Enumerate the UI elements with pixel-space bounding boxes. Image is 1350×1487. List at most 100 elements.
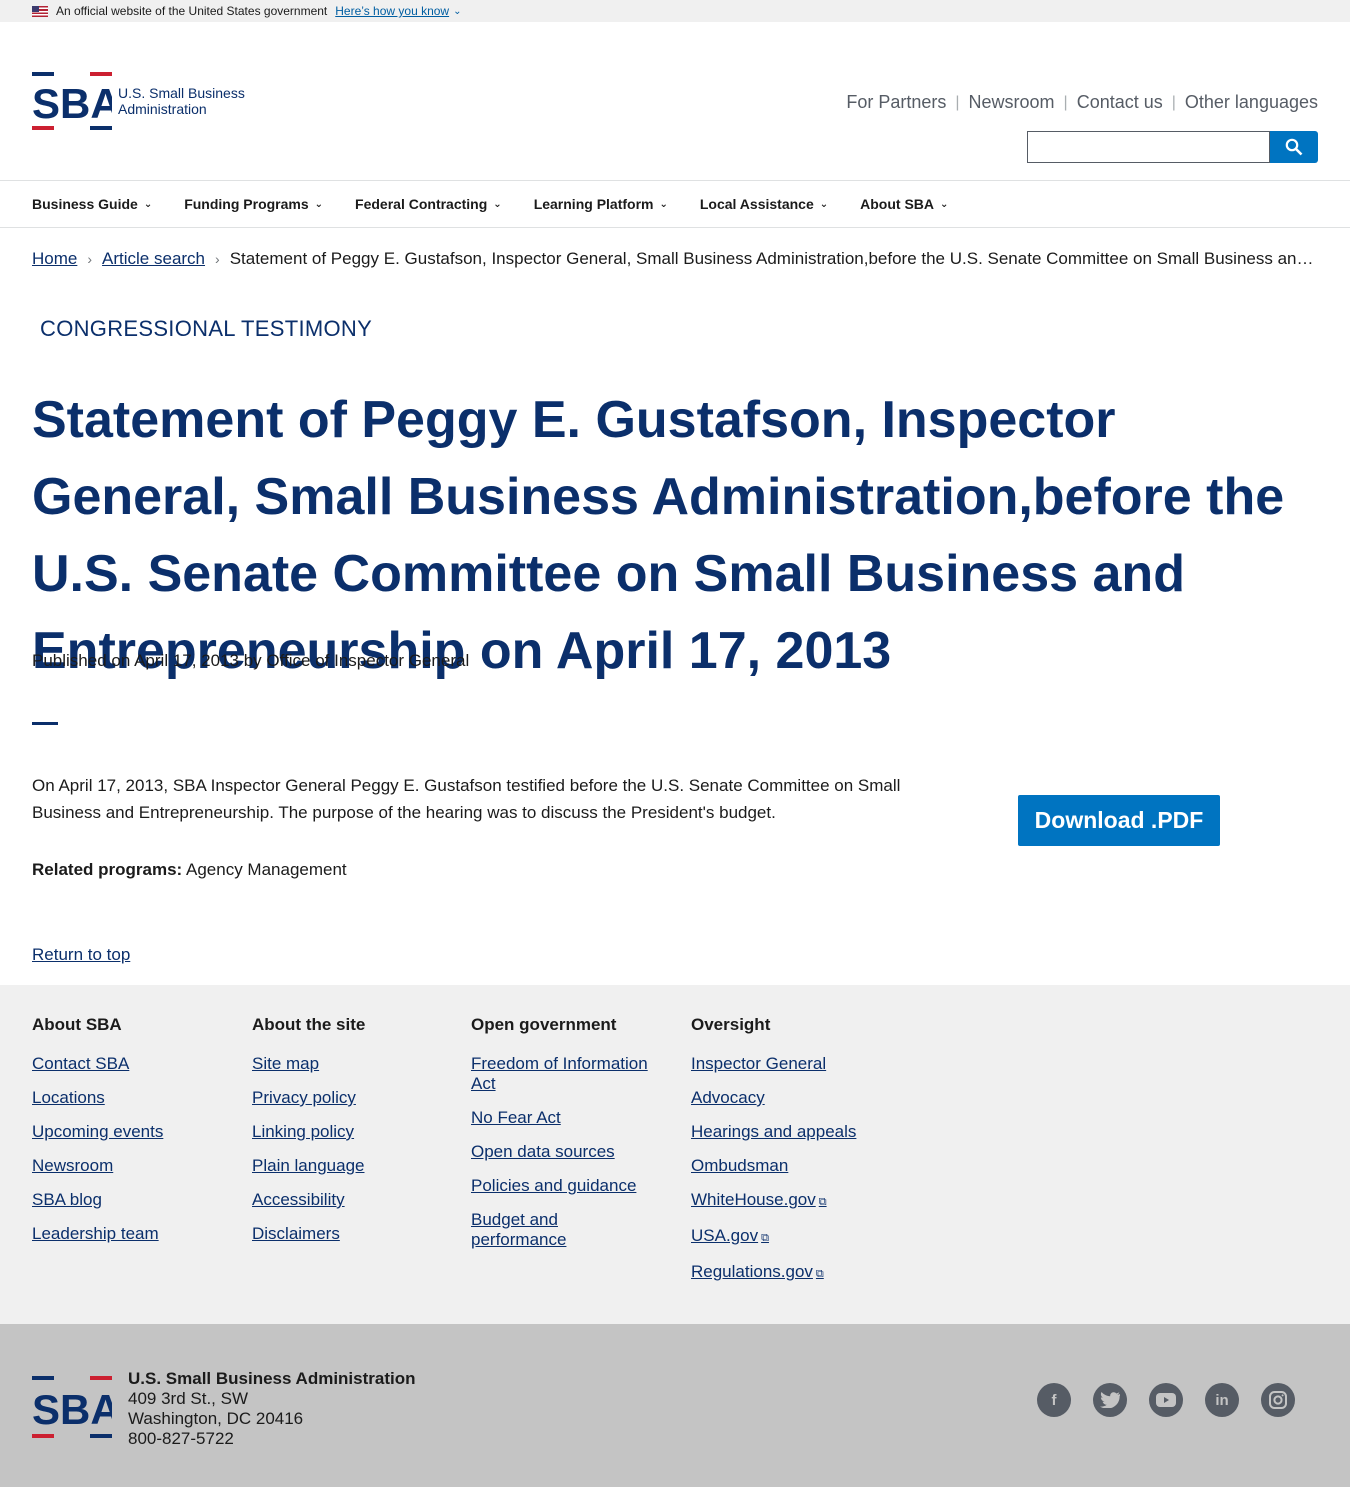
chevron-down-icon: ⌄ <box>819 198 829 210</box>
gov-banner: An official website of the United States… <box>0 0 1350 22</box>
footer-col-about-site: About the site Site map Privacy policy L… <box>252 1015 452 1258</box>
nav-label: Business Guide <box>32 196 138 212</box>
sba-logo[interactable]: SBA U.S. Small Business Administration <box>32 72 248 130</box>
nav-label: Learning Platform <box>533 196 654 212</box>
footer-link[interactable]: Budget and performance <box>471 1210 591 1250</box>
footer-link[interactable]: Site map <box>252 1054 452 1074</box>
social-links: f in <box>1037 1383 1317 1417</box>
nav-label: Funding Programs <box>184 196 309 212</box>
nav-local-assistance[interactable]: Local Assistance ⌄ <box>700 196 828 212</box>
how-you-know-link[interactable]: Here’s how you know <box>335 4 449 18</box>
article-body: On April 17, 2013, SBA Inspector General… <box>32 776 901 822</box>
gov-banner-text: An official website of the United States… <box>56 4 328 18</box>
footer-link[interactable]: Accessibility <box>252 1190 452 1210</box>
us-flag-icon <box>32 5 48 17</box>
divider <box>32 722 58 725</box>
footer-link[interactable]: Newsroom <box>32 1156 232 1176</box>
return-to-top-link[interactable]: Return to top <box>32 945 130 965</box>
footer-org-name: U.S. Small Business Administration <box>128 1369 416 1388</box>
footer-link[interactable]: SBA blog <box>32 1190 232 1210</box>
footer-sba-logo[interactable]: SBA <box>32 1376 121 1443</box>
footer-link[interactable]: Disclaimers <box>252 1224 452 1244</box>
external-link-icon: ⧉ <box>818 1196 827 1208</box>
footer-link[interactable]: Policies and guidance <box>471 1176 666 1196</box>
sba-logo-icon: SBA <box>32 1376 121 1438</box>
footer-phone: 800-827-5722 <box>128 1429 234 1448</box>
footer-city: Washington, DC 20416 <box>128 1409 304 1428</box>
util-link-contact[interactable]: Contact us <box>1077 92 1163 113</box>
footer-link[interactable]: Freedom of Information Act <box>471 1054 666 1094</box>
footer-link-external[interactable]: WhiteHouse.gov ⧉ <box>691 1190 891 1212</box>
footer-bottom: SBA U.S. Small Business Administration 4… <box>0 1324 1350 1487</box>
nav-federal-contracting[interactable]: Federal Contracting ⌄ <box>355 196 502 212</box>
util-link-partners[interactable]: For Partners <box>846 92 946 113</box>
footer-link[interactable]: Ombudsman <box>691 1156 891 1176</box>
search-button[interactable] <box>1270 131 1318 163</box>
article-category: CONGRESSIONAL TESTIMONY <box>40 316 373 341</box>
svg-text:SBA: SBA <box>32 80 112 127</box>
footer-link[interactable]: Open data sources <box>471 1142 666 1162</box>
footer-heading: Open government <box>471 1015 617 1034</box>
footer-link[interactable]: Privacy policy <box>252 1088 452 1108</box>
footer-link-external[interactable]: Regulations.gov ⧉ <box>691 1262 891 1284</box>
youtube-icon[interactable] <box>1149 1383 1183 1417</box>
chevron-down-icon: ⌄ <box>659 198 668 210</box>
nav-business-guide[interactable]: Business Guide ⌄ <box>32 196 152 212</box>
divider: | <box>1063 93 1068 111</box>
chevron-right-icon: › <box>87 251 93 267</box>
instagram-icon[interactable] <box>1261 1383 1295 1417</box>
search-input[interactable] <box>1027 131 1270 163</box>
footer-link[interactable]: Hearings and appeals <box>691 1122 891 1142</box>
twitter-bird-glyph <box>1100 1392 1120 1408</box>
published-meta: Published on April 17, 2013 by Office of… <box>32 651 470 670</box>
footer-link-label: Regulations.gov <box>691 1262 813 1281</box>
footer-link[interactable]: Locations <box>32 1088 232 1108</box>
footer-link[interactable]: Linking policy <box>252 1122 452 1142</box>
chevron-down-icon: ⌄ <box>314 198 324 210</box>
footer-link[interactable]: No Fear Act <box>471 1108 666 1128</box>
chevron-down-icon[interactable]: ⌄ <box>453 6 461 17</box>
linkedin-icon[interactable]: in <box>1205 1383 1239 1417</box>
footer-col-oversight: Oversight Inspector General Advocacy Hea… <box>691 1015 891 1298</box>
nav-about-sba[interactable]: About SBA ⌄ <box>860 196 948 212</box>
external-link-icon: ⧉ <box>815 1268 824 1280</box>
footer-link-external[interactable]: USA.gov ⧉ <box>691 1226 891 1248</box>
sba-logo-icon: SBA <box>32 72 112 130</box>
nav-label: Local Assistance <box>699 196 814 212</box>
footer-link[interactable]: Advocacy <box>691 1088 891 1108</box>
nav-learning-platform[interactable]: Learning Platform ⌄ <box>534 196 668 212</box>
facebook-icon[interactable]: f <box>1037 1383 1071 1417</box>
footer-links: About SBA Contact SBA Locations Upcoming… <box>0 985 1350 1324</box>
related-label: Related programs: <box>32 860 183 879</box>
chevron-right-icon: › <box>215 251 220 267</box>
footer-link[interactable]: Leadership team <box>32 1224 232 1244</box>
footer-heading: Oversight <box>691 1015 771 1034</box>
breadcrumb-current: Statement of Peggy E. Gustafson, Inspect… <box>229 249 1322 268</box>
instagram-camera-glyph <box>1269 1391 1287 1409</box>
footer-heading: About the site <box>252 1015 366 1034</box>
footer-link[interactable]: Inspector General <box>691 1054 891 1074</box>
main-nav: Business Guide ⌄ Funding Programs ⌄ Federa… <box>0 180 1350 228</box>
footer-link[interactable]: Plain language <box>252 1156 452 1176</box>
chevron-down-icon: ⌄ <box>493 198 502 210</box>
nav-funding-programs[interactable]: Funding Programs ⌄ <box>184 196 323 212</box>
svg-text:SBA: SBA <box>32 1386 112 1433</box>
breadcrumb-home[interactable]: Home <box>32 249 77 269</box>
footer-link[interactable]: Upcoming events <box>32 1122 232 1142</box>
logo-text: U.S. Small Business Administration <box>118 85 245 117</box>
download-pdf-button[interactable]: Download .PDF <box>1018 795 1220 846</box>
divider: | <box>1171 93 1176 111</box>
chevron-down-icon: ⌄ <box>940 198 949 210</box>
youtube-play-glyph <box>1156 1393 1176 1407</box>
search-form <box>1027 131 1318 163</box>
twitter-icon[interactable] <box>1093 1383 1127 1417</box>
footer-link[interactable]: Contact SBA <box>32 1054 232 1074</box>
breadcrumb: Home › Article search › Statement of Peg… <box>32 249 1322 269</box>
footer-heading: About SBA <box>32 1015 122 1034</box>
divider: | <box>955 93 960 111</box>
util-link-languages[interactable]: Other languages <box>1185 92 1318 113</box>
footer-link-label: WhiteHouse.gov <box>691 1190 816 1209</box>
breadcrumb-article-search[interactable]: Article search <box>102 249 205 269</box>
util-link-newsroom[interactable]: Newsroom <box>969 92 1055 113</box>
footer-col-open-government: Open government Freedom of Information A… <box>471 1015 666 1264</box>
